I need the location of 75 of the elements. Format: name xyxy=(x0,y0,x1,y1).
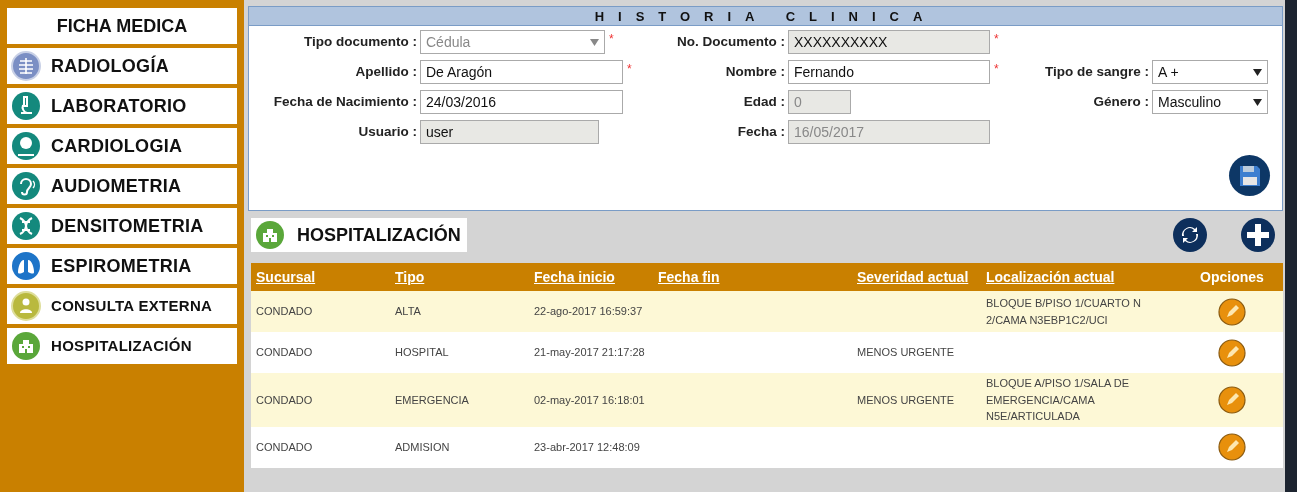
table-cell: CONDADO xyxy=(256,440,313,453)
pencil-icon xyxy=(1218,433,1246,461)
table-cell: 23-abr-2017 12:48:09 xyxy=(534,440,640,453)
table-cell: EMERGENCIA xyxy=(395,393,469,406)
lungs-icon xyxy=(11,251,41,281)
select-field[interactable]: A + xyxy=(1152,60,1268,84)
save-button[interactable] xyxy=(1229,155,1270,196)
caret-icon xyxy=(1253,68,1262,76)
required-mark: * xyxy=(994,61,999,78)
table-cell: CONDADO xyxy=(256,305,313,318)
add-button[interactable] xyxy=(1241,218,1275,252)
field-label: Género : xyxy=(1093,92,1149,111)
sidebar-item[interactable]: HOSPITALIZACIÓN xyxy=(7,328,237,364)
select-field[interactable]: Masculino xyxy=(1152,90,1268,114)
sidebar-title: FICHA MEDICA xyxy=(7,8,237,44)
table-cell: MENOS URGENTE xyxy=(857,346,955,359)
column-header: Opciones xyxy=(1200,268,1264,285)
sidebar-item[interactable]: DENSITOMETRIA xyxy=(7,208,237,244)
ribcage-icon xyxy=(11,51,41,81)
sidebar-item[interactable]: ESPIROMETRIA xyxy=(7,248,237,284)
field-label: Fecha de Nacimiento : xyxy=(273,92,417,111)
microscope-icon xyxy=(11,91,41,121)
required-mark: * xyxy=(627,61,632,78)
table-cell: HOSPITAL xyxy=(395,346,449,359)
caret-icon xyxy=(1253,98,1262,106)
pencil-icon xyxy=(1218,338,1246,367)
field-label: Apellido : xyxy=(355,62,417,81)
caret-icon xyxy=(590,38,599,46)
edit-button[interactable] xyxy=(1218,338,1246,367)
section-title: HOSPITALIZACIÓN xyxy=(251,218,467,252)
dna-icon xyxy=(11,211,41,241)
sidebar-item[interactable]: CONSULTA EXTERNA xyxy=(7,288,237,324)
required-mark: * xyxy=(994,31,999,48)
doctor-icon xyxy=(11,291,41,321)
form-header: HISTORIA CLINICA xyxy=(249,7,1282,26)
refresh-icon xyxy=(1180,225,1200,245)
sidebar-item[interactable]: LABORATORIO xyxy=(7,88,237,124)
sidebar-item[interactable]: RADIOLOGÍA xyxy=(7,48,237,84)
table-cell: CONDADO xyxy=(256,393,313,406)
table-cell: 02-may-2017 16:18:01 xyxy=(534,393,645,406)
table-cell: BLOQUE B/PISO 1/CUARTO N 2/CAMA N3EBP1C2/UCI xyxy=(986,297,1141,326)
input-field[interactable]: XXXXXXXXXX xyxy=(788,30,990,54)
required-mark: * xyxy=(609,31,614,48)
ear-icon xyxy=(11,171,41,201)
field-label: No. Documento : xyxy=(677,32,785,51)
person-icon xyxy=(11,131,41,161)
edit-button[interactable] xyxy=(1218,297,1246,326)
table-cell: ADMISION xyxy=(395,440,450,453)
edit-button[interactable] xyxy=(1218,433,1246,461)
refresh-button[interactable] xyxy=(1173,218,1207,252)
pencil-icon xyxy=(1218,297,1246,326)
field-label: Usuario : xyxy=(358,122,417,141)
field-label: Fecha : xyxy=(737,122,785,141)
table-cell: 21-may-2017 21:17:28 xyxy=(534,346,645,359)
field-label: Tipo de sangre : xyxy=(1044,62,1149,81)
input-field[interactable]: 24/03/2016 xyxy=(420,90,623,114)
input-field[interactable]: De Aragón xyxy=(420,60,623,84)
save-icon xyxy=(1237,163,1262,188)
edit-button[interactable] xyxy=(1218,385,1246,414)
table-cell: BLOQUE A/PISO 1/SALA DE EMERGENCIA/CAMA N5E/ARTICULADA xyxy=(986,377,1130,422)
sidebar-item[interactable]: CARDIOLOGIA xyxy=(7,128,237,164)
pencil-icon xyxy=(1218,385,1246,414)
input-field[interactable]: user xyxy=(420,120,599,144)
table-cell: MENOS URGENTE xyxy=(857,393,955,406)
hospital-icon xyxy=(255,220,285,250)
field-label: Edad : xyxy=(743,92,785,111)
table-cell: 22-ago-2017 16:59:37 xyxy=(534,305,643,318)
table-cell: CONDADO xyxy=(256,346,313,359)
field-label: Nombre : xyxy=(725,62,785,81)
plus-icon xyxy=(1247,224,1269,246)
field-label: Tipo documento : xyxy=(304,32,417,51)
sidebar-item[interactable]: AUDIOMETRIA xyxy=(7,168,237,204)
hospital-icon xyxy=(11,331,41,361)
input-field[interactable]: Fernando xyxy=(788,60,990,84)
table-cell: ALTA xyxy=(395,305,421,318)
